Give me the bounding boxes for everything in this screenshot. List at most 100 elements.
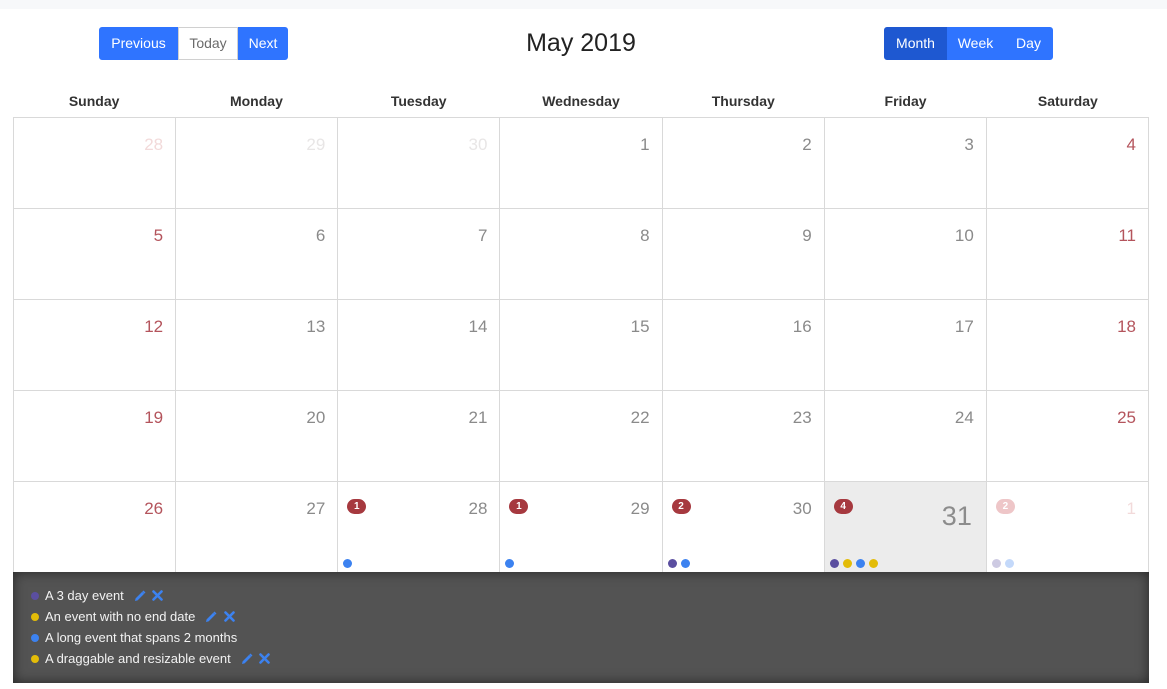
- event-dot[interactable]: [842, 559, 852, 568]
- day-number[interactable]: 6: [316, 226, 325, 246]
- day-number[interactable]: 11: [1118, 226, 1136, 246]
- day-number[interactable]: 12: [144, 317, 163, 337]
- day-number[interactable]: 27: [306, 499, 325, 519]
- pencil-icon[interactable]: [240, 652, 254, 666]
- event-dot[interactable]: [855, 559, 865, 568]
- event-dot[interactable]: [991, 559, 1001, 568]
- event-title-link[interactable]: A long event that spans 2 months: [45, 630, 237, 645]
- day-cell[interactable]: 18: [985, 300, 1149, 390]
- day-number[interactable]: 30: [469, 135, 488, 155]
- day-number[interactable]: 16: [793, 317, 812, 337]
- day-number[interactable]: 29: [631, 499, 650, 519]
- day-number[interactable]: 7: [478, 226, 487, 246]
- day-number[interactable]: 5: [154, 226, 163, 246]
- day-number[interactable]: 14: [469, 317, 488, 337]
- day-cell[interactable]: 29: [175, 118, 337, 208]
- event-dot[interactable]: [667, 559, 677, 568]
- day-number[interactable]: 15: [631, 317, 650, 337]
- event-title-link[interactable]: A draggable and resizable event: [45, 651, 231, 666]
- day-cell[interactable]: 10: [823, 209, 986, 299]
- event-title-link[interactable]: A 3 day event: [45, 588, 124, 603]
- day-number[interactable]: 1: [1127, 499, 1136, 519]
- month-view-button[interactable]: Month: [884, 27, 947, 60]
- day-cell[interactable]: 7: [337, 209, 499, 299]
- day-number[interactable]: 28: [144, 135, 163, 155]
- day-cell[interactable]: 22: [499, 391, 661, 481]
- day-number[interactable]: 10: [955, 226, 974, 246]
- day-number[interactable]: 25: [1117, 408, 1136, 428]
- day-number[interactable]: 31: [942, 501, 972, 532]
- day-number[interactable]: 30: [793, 499, 812, 519]
- day-cell[interactable]: 11: [985, 209, 1149, 299]
- day-number[interactable]: 2: [802, 135, 811, 155]
- pencil-icon[interactable]: [204, 610, 218, 624]
- day-cell[interactable]: 3: [823, 118, 986, 208]
- day-cell[interactable]: 20: [175, 391, 337, 481]
- day-cell[interactable]: 28 1: [337, 482, 499, 572]
- day-cell[interactable]: 19: [13, 391, 175, 481]
- day-cell[interactable]: 12: [985, 482, 1149, 572]
- day-number[interactable]: 3: [964, 135, 973, 155]
- day-cell[interactable]: 24: [823, 391, 986, 481]
- day-number[interactable]: 21: [469, 408, 488, 428]
- day-cell[interactable]: 17: [823, 300, 986, 390]
- cross-icon[interactable]: [151, 589, 165, 603]
- day-cell[interactable]: 25: [985, 391, 1149, 481]
- day-number[interactable]: 28: [469, 499, 488, 519]
- event-dot[interactable]: [343, 559, 353, 568]
- day-cell[interactable]: 9: [661, 209, 824, 299]
- day-cell[interactable]: 30 2: [661, 482, 824, 572]
- event-dot[interactable]: [868, 559, 878, 568]
- previous-button[interactable]: Previous: [99, 27, 178, 60]
- day-cell[interactable]: 30: [337, 118, 499, 208]
- day-number[interactable]: 4: [1127, 135, 1136, 155]
- day-cell[interactable]: 6: [175, 209, 337, 299]
- day-cell[interactable]: 27: [175, 482, 337, 572]
- day-cell[interactable]: 1: [499, 118, 661, 208]
- day-number[interactable]: 17: [955, 317, 974, 337]
- day-cell[interactable]: 4: [985, 118, 1149, 208]
- day-number[interactable]: 9: [802, 226, 811, 246]
- day-cell[interactable]: 26: [13, 482, 175, 572]
- day-number[interactable]: 20: [306, 408, 325, 428]
- day-cell-today[interactable]: 31 4: [823, 482, 986, 572]
- day-cell[interactable]: 12: [13, 300, 175, 390]
- event-dots: [667, 559, 690, 568]
- day-number[interactable]: 19: [144, 408, 163, 428]
- day-cell[interactable]: 8: [499, 209, 661, 299]
- day-number[interactable]: 23: [793, 408, 812, 428]
- week-view-button[interactable]: Week: [947, 27, 1004, 60]
- day-number[interactable]: 8: [640, 226, 649, 246]
- event-title-link[interactable]: An event with no end date: [45, 609, 195, 624]
- day-number[interactable]: 1: [640, 135, 649, 155]
- day-cell[interactable]: 21: [337, 391, 499, 481]
- event-dot[interactable]: [1004, 559, 1014, 568]
- day-number[interactable]: 13: [306, 317, 325, 337]
- day-number[interactable]: 24: [955, 408, 974, 428]
- cross-icon[interactable]: [222, 610, 236, 624]
- day-cell[interactable]: 16: [661, 300, 824, 390]
- day-cell[interactable]: 23: [661, 391, 824, 481]
- day-cell[interactable]: 14: [337, 300, 499, 390]
- cross-icon[interactable]: [258, 652, 272, 666]
- event-dot[interactable]: [680, 559, 690, 568]
- day-cell[interactable]: 13: [175, 300, 337, 390]
- day-cell[interactable]: 28: [13, 118, 175, 208]
- event-count-badge: 4: [833, 499, 853, 514]
- next-button[interactable]: Next: [238, 27, 288, 60]
- day-number[interactable]: 29: [306, 135, 325, 155]
- pencil-icon[interactable]: [133, 589, 147, 603]
- day-cell[interactable]: 15: [499, 300, 661, 390]
- day-cell[interactable]: 5: [13, 209, 175, 299]
- today-button[interactable]: Today: [178, 27, 238, 60]
- event-dot[interactable]: [829, 559, 839, 568]
- day-view-button[interactable]: Day: [1004, 27, 1053, 60]
- weekday-header: Sunday: [68, 93, 120, 109]
- week-row: 28 29 30 1 2 3 4: [13, 117, 1149, 208]
- day-number[interactable]: 26: [144, 499, 163, 519]
- day-cell[interactable]: 2: [661, 118, 824, 208]
- day-cell[interactable]: 29 1: [499, 482, 661, 572]
- day-number[interactable]: 18: [1117, 317, 1136, 337]
- day-number[interactable]: 22: [631, 408, 650, 428]
- event-dot[interactable]: [505, 559, 515, 568]
